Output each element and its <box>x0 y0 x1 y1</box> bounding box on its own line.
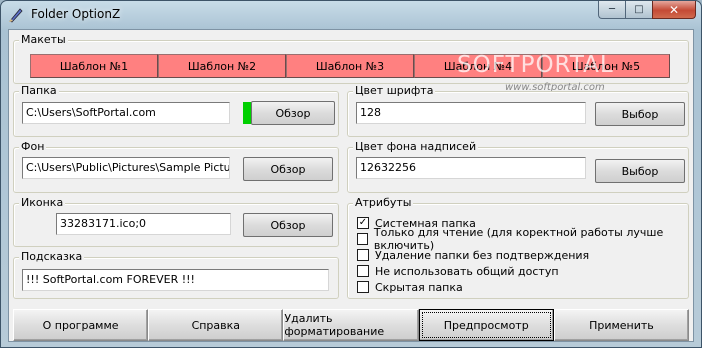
app-window: Folder OptionZ ─ □ ✕ Макеты Шаблон №1 Ша… <box>0 0 702 348</box>
remove-formatting-button[interactable]: Удалить форматирование <box>283 309 419 341</box>
label-bg-color-group: Цвет фона надписей 12632256 Выбор <box>347 140 689 193</box>
background-group: Фон C:\Users\Public\Pictures\Sample Pict… <box>13 140 339 193</box>
tooltip-input[interactable]: !!! SoftPortal.com FOREVER !!! <box>22 269 329 291</box>
attribute-delete-no-confirm[interactable]: Удаление папки без подтверждения <box>357 247 589 263</box>
template-button-2[interactable]: Шаблон №2 <box>158 54 286 78</box>
icon-browse-button[interactable]: Обзор <box>243 213 333 237</box>
caption-buttons: ─ □ ✕ <box>598 1 696 19</box>
template-button-3[interactable]: Шаблон №3 <box>286 54 414 78</box>
preview-button[interactable]: Предпросмотр <box>418 309 554 341</box>
app-icon <box>9 8 23 23</box>
icon-legend: Иконка <box>19 196 66 210</box>
checkbox-checked[interactable]: ✓ <box>357 217 369 229</box>
checkbox[interactable] <box>357 233 368 245</box>
attribute-label: Скрытая папка <box>375 280 463 294</box>
background-legend: Фон <box>19 140 47 154</box>
checkbox[interactable] <box>357 249 369 261</box>
attribute-read-only[interactable]: Только для чтение (для коректной работы … <box>357 226 688 252</box>
help-button[interactable]: Справка <box>148 309 284 341</box>
window-title: Folder OptionZ <box>31 7 121 21</box>
folder-indicator <box>243 102 251 124</box>
tooltip-group: Подсказка !!! SoftPortal.com FOREVER !!! <box>13 250 339 299</box>
label-bg-color-choose-button[interactable]: Выбор <box>595 159 685 183</box>
title-bar[interactable]: Folder OptionZ ─ □ ✕ <box>1 1 701 29</box>
client-area: Макеты Шаблон №1 Шаблон №2 Шаблон №3 Шаб… <box>8 29 694 342</box>
checkbox[interactable] <box>357 281 369 293</box>
checkbox[interactable] <box>357 265 369 277</box>
icon-input[interactable]: 33283171.ico;0 <box>56 213 231 235</box>
attribute-label: Удаление папки без подтверждения <box>375 248 590 262</box>
background-browse-button[interactable]: Обзор <box>243 157 333 181</box>
about-button[interactable]: О программе <box>13 309 149 341</box>
attributes-group: Атрибуты ✓ Системная папка Только для чт… <box>347 196 689 299</box>
background-path-input[interactable]: C:\Users\Public\Pictures\Sample Pictures… <box>22 157 230 179</box>
close-button[interactable]: ✕ <box>652 1 696 19</box>
maximize-button[interactable]: □ <box>625 1 652 19</box>
font-color-group: Цвет шрифта 128 Выбор <box>347 84 689 137</box>
attribute-label: Не использовать общий доступ <box>375 264 559 278</box>
bottom-button-bar: О программе Справка Удалить форматирован… <box>13 309 690 341</box>
attribute-hidden-folder[interactable]: Скрытая папка <box>357 279 463 295</box>
templates-legend: Макеты <box>19 33 68 47</box>
icon-group: Иконка 33283171.ico;0 Обзор <box>13 196 339 247</box>
minimize-button[interactable]: ─ <box>598 1 625 19</box>
label-bg-color-legend: Цвет фона надписей <box>353 140 479 154</box>
folder-group: Папка C:\Users\SoftPortal.com Обзор <box>13 84 339 137</box>
template-button-1[interactable]: Шаблон №1 <box>30 54 158 78</box>
attribute-no-sharing[interactable]: Не использовать общий доступ <box>357 263 559 279</box>
folder-legend: Папка <box>19 84 59 98</box>
font-color-legend: Цвет шрифта <box>353 84 436 98</box>
tooltip-legend: Подсказка <box>19 250 85 264</box>
font-color-input[interactable]: 128 <box>356 102 586 124</box>
attributes-legend: Атрибуты <box>353 196 414 210</box>
folder-path-input[interactable]: C:\Users\SoftPortal.com <box>22 102 230 124</box>
watermark-logo: SOFTPORTAL <box>457 52 614 78</box>
label-bg-color-input[interactable]: 12632256 <box>356 157 586 179</box>
folder-browse-button[interactable]: Обзор <box>251 101 335 125</box>
font-color-choose-button[interactable]: Выбор <box>595 102 685 126</box>
apply-button[interactable]: Применить <box>553 309 690 341</box>
